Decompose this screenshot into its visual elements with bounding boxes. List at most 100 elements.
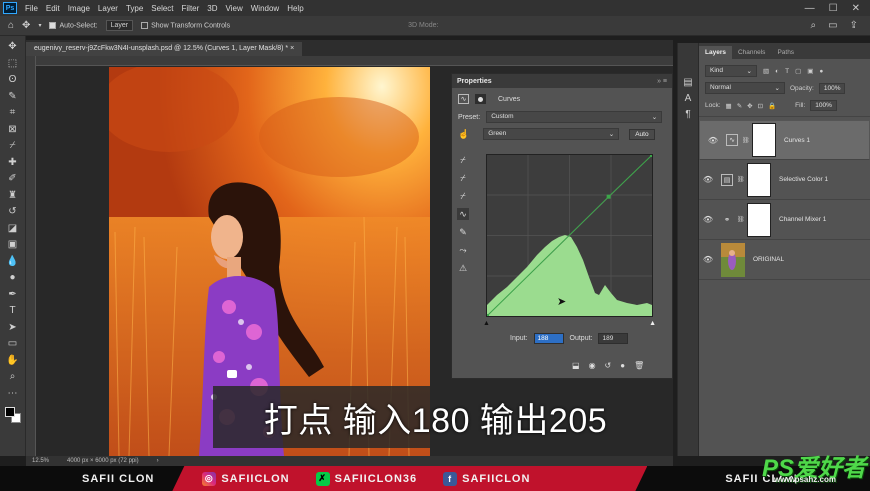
lock-all-icon[interactable]: 🔒 <box>768 102 776 110</box>
pencil-draw-icon[interactable]: ✎ <box>457 226 469 238</box>
opacity-field[interactable]: 100% <box>818 82 846 94</box>
menu-select[interactable]: Select <box>147 4 177 13</box>
rectangle-tool-icon[interactable]: ▭ <box>5 337 21 351</box>
eraser-tool-icon[interactable]: ◪ <box>5 222 21 236</box>
share-icon[interactable]: ⇪ <box>850 20 858 31</box>
path-select-tool-icon[interactable]: ➤ <box>5 321 21 335</box>
close-tab-icon[interactable]: × <box>290 45 294 52</box>
auto-button[interactable]: Auto <box>629 128 655 140</box>
curve-point[interactable] <box>606 194 611 199</box>
layer-mask-thumbnail[interactable] <box>747 162 771 197</box>
healing-tool-icon[interactable]: ✚ <box>5 156 21 170</box>
layer-row-channel-mixer[interactable]: 👁 ⚭ ⛓ Channel Mixer 1 <box>699 200 870 240</box>
auto-select-checkbox[interactable]: Auto-Select: <box>49 21 98 29</box>
smooth-curve-icon[interactable]: ⤳ <box>457 244 469 256</box>
lasso-tool-icon[interactable]: ʘ <box>5 73 21 87</box>
eyedropper-tool-icon[interactable]: ⌿ <box>5 139 21 153</box>
eye-icon[interactable]: 👁 <box>699 255 717 264</box>
layer-mask-thumbnail[interactable] <box>747 202 771 237</box>
curve-point[interactable] <box>650 153 654 157</box>
close-icon[interactable]: ✕ <box>852 3 860 14</box>
visibility-icon[interactable]: ● <box>620 361 625 370</box>
lock-artboard-icon[interactable]: ⊡ <box>758 102 763 110</box>
quick-select-tool-icon[interactable]: ✎ <box>5 90 21 104</box>
crop-tool-icon[interactable]: ⌗ <box>5 106 21 120</box>
dodge-tool-icon[interactable]: ● <box>5 271 21 285</box>
auto-select-dropdown[interactable]: Layer <box>105 20 134 31</box>
curves-svg[interactable]: ➤ <box>485 153 654 318</box>
reset-icon[interactable]: ↺ <box>605 361 612 370</box>
input-slider[interactable]: ▲ ▲ <box>483 320 656 327</box>
menu-edit[interactable]: Edit <box>42 4 64 13</box>
black-point-eyedropper-icon[interactable]: ⌿ <box>457 154 469 166</box>
view-previous-icon[interactable]: ◉ <box>589 361 596 370</box>
menu-filter[interactable]: Filter <box>178 4 204 13</box>
maximize-icon[interactable]: ☐ <box>829 3 838 14</box>
menu-view[interactable]: View <box>222 4 247 13</box>
white-slider-icon[interactable]: ▲ <box>649 320 656 327</box>
menu-help[interactable]: Help <box>283 4 307 13</box>
move-tool-icon[interactable]: ✥ <box>5 40 21 54</box>
filter-toggle-icon[interactable]: ● <box>819 68 823 75</box>
output-field[interactable]: 189 <box>598 333 629 344</box>
menu-type[interactable]: Type <box>122 4 147 13</box>
menu-3d[interactable]: 3D <box>203 4 221 13</box>
tab-channels[interactable]: Channels <box>732 46 771 59</box>
lock-position-icon[interactable]: ✥ <box>747 102 752 110</box>
mask-icon[interactable] <box>475 94 486 104</box>
properties-panel-icon[interactable]: ▤ <box>683 77 692 88</box>
zoom-level[interactable]: 12.5% <box>32 458 49 464</box>
curves-graph[interactable]: ➤ <box>485 153 654 318</box>
brush-tool-icon[interactable]: ✐ <box>5 172 21 186</box>
blend-mode-dropdown[interactable]: Normal ⌄ <box>705 82 785 94</box>
show-transform-checkbox[interactable]: Show Transform Controls <box>141 21 230 29</box>
curve-point-tool-icon[interactable]: ∿ <box>457 208 469 220</box>
preset-dropdown[interactable]: Custom ⌄ <box>486 111 663 123</box>
filter-pixel-icon[interactable]: ▧ <box>763 67 769 75</box>
type-tool-icon[interactable]: T <box>5 304 21 318</box>
filter-shape-icon[interactable]: ▢ <box>795 67 801 75</box>
paragraph-panel-icon[interactable]: ¶ <box>685 109 690 120</box>
tab-paths[interactable]: Paths <box>771 46 800 59</box>
white-point-eyedropper-icon[interactable]: ⌿ <box>457 190 469 202</box>
chevron-down-icon[interactable]: ▾ <box>38 22 41 29</box>
history-brush-tool-icon[interactable]: ↺ <box>5 205 21 219</box>
workspace-icon[interactable]: ▭ <box>828 20 837 31</box>
clone-stamp-tool-icon[interactable]: ♜ <box>5 189 21 203</box>
delete-icon[interactable]: 🗑 <box>634 361 644 370</box>
eye-icon[interactable]: 👁 <box>704 136 722 145</box>
frame-tool-icon[interactable]: ⊠ <box>5 123 21 137</box>
menu-window[interactable]: Window <box>247 4 283 13</box>
input-field[interactable]: 188 <box>533 333 564 344</box>
pen-tool-icon[interactable]: ✒ <box>5 288 21 302</box>
marquee-tool-icon[interactable]: ⬚ <box>5 57 21 71</box>
lock-transparent-icon[interactable]: ▦ <box>726 102 732 110</box>
panel-menu-icon[interactable]: » ≡ <box>657 78 672 85</box>
black-slider-icon[interactable]: ▲ <box>483 320 490 327</box>
eye-icon[interactable]: 👁 <box>699 215 717 224</box>
clip-to-layer-icon[interactable]: ⬓ <box>572 361 580 370</box>
kind-filter-dropdown[interactable]: Kind ⌄ <box>705 65 757 77</box>
document-tab[interactable]: eugenivy_reserv-j9ZcFkw3N4I-unsplash.psd… <box>26 42 303 56</box>
more-tools-icon[interactable]: ⋯ <box>5 387 21 401</box>
layer-mask-thumbnail[interactable] <box>752 123 776 157</box>
eye-icon[interactable]: 👁 <box>699 175 717 184</box>
filter-type-icon[interactable]: T <box>785 68 789 75</box>
minimize-icon[interactable]: — <box>805 3 815 14</box>
lock-image-icon[interactable]: ✎ <box>737 102 742 110</box>
gray-point-eyedropper-icon[interactable]: ⌿ <box>457 172 469 184</box>
color-swatches[interactable] <box>4 407 21 423</box>
chevron-right-icon[interactable]: › <box>157 458 159 464</box>
character-panel-icon[interactable]: A <box>685 93 692 104</box>
layer-row-selective-color[interactable]: 👁 ▤ ⛓ Selective Color 1 <box>699 160 870 200</box>
layer-row-curves[interactable]: 👁 ∿ ⛓ Curves 1 <box>699 120 870 160</box>
filter-smart-icon[interactable]: ▣ <box>807 67 813 75</box>
home-icon[interactable]: ⌂ <box>8 20 14 31</box>
blur-tool-icon[interactable]: 💧 <box>5 255 21 269</box>
clipping-warning-icon[interactable]: ⚠ <box>457 262 469 274</box>
menu-layer[interactable]: Layer <box>94 4 122 13</box>
curve-point[interactable] <box>485 314 489 318</box>
move-tool-icon[interactable]: ✥ <box>22 20 30 31</box>
filter-adjustment-icon[interactable]: ◐ <box>775 68 779 75</box>
hand-tool-icon[interactable]: ✋ <box>5 354 21 368</box>
